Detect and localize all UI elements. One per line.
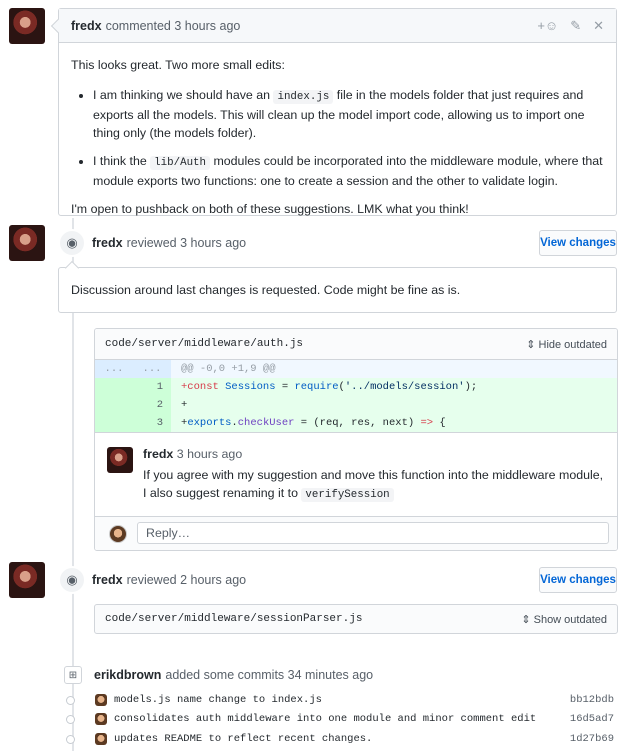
inline-comment-text: If you agree with my suggestion and move… [143, 468, 604, 502]
diff-file-box: code/server/middleware/auth.js ⇕ Hide ou… [94, 328, 618, 551]
inline-code: index.js [273, 90, 334, 104]
comment-intro: This looks great. Two more small edits: [71, 58, 285, 72]
avatar-current-user [109, 525, 127, 543]
inline-comment: fredx 3 hours ago If you agree with my s… [95, 432, 617, 516]
commit-row: models.js name change to index.js bb12bd… [66, 690, 614, 710]
comment-box: fredx commented 3 hours ago +☺ ✎ ✕ This … [50, 8, 617, 216]
inline-comment-timestamp[interactable]: 3 hours ago [177, 447, 242, 461]
commits-meta[interactable]: added some commits 34 minutes ago [165, 668, 373, 682]
comment-outro: I'm open to pushback on both of these su… [71, 202, 469, 216]
show-outdated-toggle[interactable]: ⇕ Show outdated [521, 613, 607, 626]
hunk-text: @@ -0,0 +1,9 @@ [181, 363, 276, 375]
commits-event: ⊞ erikdbrown added some commits 34 minut… [64, 666, 373, 684]
file-path[interactable]: code/server/middleware/auth.js [105, 338, 303, 350]
comment-author[interactable]: fredx [71, 19, 102, 33]
commit-row: updates README to reflect recent changes… [66, 729, 614, 749]
avatar-fredx[interactable] [9, 8, 45, 44]
hide-outdated-toggle[interactable]: ⇕ Hide outdated [526, 338, 607, 351]
commit-message[interactable]: models.js name change to index.js [114, 694, 322, 706]
review-summary: Discussion around last changes is reques… [58, 267, 617, 313]
eye-icon: ◉ [58, 229, 86, 257]
commit-dot-icon [66, 714, 75, 724]
comment-bullet: I think the lib/Auth modules could be in… [93, 152, 604, 190]
commit-sha[interactable]: 1d27b69 [570, 733, 614, 745]
inline-code: verifySession [301, 488, 394, 502]
view-changes-button[interactable]: View changes [539, 230, 617, 256]
fold-icon: ⇕ [526, 338, 539, 351]
review-author[interactable]: fredx [92, 573, 123, 587]
unfold-icon: ⇕ [521, 613, 534, 626]
avatar-fredx[interactable] [9, 562, 45, 598]
reply-row: Reply… [95, 516, 617, 550]
diff-hunk-header: ... ... @@ -0,0 +1,9 @@ [95, 360, 617, 378]
diff-line: 3 +exports.checkUser = (req, res, next) … [95, 414, 617, 432]
diff-file-header: code/server/middleware/sessionParser.js … [94, 604, 618, 634]
avatar-fredx[interactable] [107, 447, 133, 473]
comment-body: This looks great. Two more small edits: … [59, 43, 616, 243]
view-changes-button[interactable]: View changes [539, 567, 617, 593]
close-icon[interactable]: ✕ [593, 18, 604, 34]
expand-dots-left[interactable]: ... [95, 360, 133, 378]
inline-comment-header: fredx 3 hours ago [143, 445, 605, 463]
avatar-erikdbrown[interactable] [95, 733, 107, 745]
eye-icon: ◉ [58, 566, 86, 594]
review-event: ◉ fredx reviewed 2 hours ago [58, 566, 246, 594]
commit-message[interactable]: consolidates auth middleware into one mo… [114, 713, 536, 725]
review-event: ◉ fredx reviewed 3 hours ago [58, 229, 246, 257]
repo-push-icon: ⊞ [64, 666, 82, 684]
commit-dot-icon [66, 734, 75, 744]
commit-row: consolidates auth middleware into one mo… [66, 709, 614, 729]
review-timestamp[interactable]: reviewed 2 hours ago [127, 573, 247, 587]
comment-actions: +☺ ✎ ✕ [537, 18, 604, 34]
line-number[interactable]: 2 [133, 396, 171, 414]
review-timestamp[interactable]: reviewed 3 hours ago [127, 236, 247, 250]
file-path[interactable]: code/server/middleware/sessionParser.js [105, 613, 362, 625]
line-number[interactable]: 1 [133, 378, 171, 396]
add-reaction-icon[interactable]: +☺ [537, 18, 558, 33]
avatar-fredx[interactable] [9, 225, 45, 261]
avatar-erikdbrown[interactable] [95, 694, 107, 706]
commit-sha[interactable]: bb12bdb [570, 694, 614, 706]
inline-code: lib/Auth [150, 156, 211, 170]
commit-dot-icon [66, 695, 75, 705]
review-author[interactable]: fredx [92, 236, 123, 250]
edit-pencil-icon[interactable]: ✎ [570, 18, 581, 34]
commit-sha[interactable]: 16d5ad7 [570, 713, 614, 725]
comment-bullet: I am thinking we should have an index.js… [93, 86, 604, 142]
diff-line: 2 + [95, 396, 617, 414]
diff-line: 1 +const Sessions = require('../models/s… [95, 378, 617, 396]
avatar-erikdbrown[interactable] [95, 713, 107, 725]
inline-comment-author[interactable]: fredx [143, 447, 173, 461]
comment-header: fredx commented 3 hours ago +☺ ✎ ✕ [59, 9, 616, 43]
commit-message[interactable]: updates README to reflect recent changes… [114, 733, 372, 745]
commit-author[interactable]: erikdbrown [94, 668, 161, 682]
review-summary-text: Discussion around last changes is reques… [71, 283, 461, 297]
comment-timestamp[interactable]: commented 3 hours ago [106, 19, 241, 33]
expand-dots-right[interactable]: ... [133, 360, 171, 378]
diff-file-header: code/server/middleware/auth.js ⇕ Hide ou… [95, 329, 617, 360]
reply-input[interactable]: Reply… [137, 522, 609, 544]
comment-list: I am thinking we should have an index.js… [71, 86, 604, 190]
line-number[interactable]: 3 [133, 414, 171, 432]
